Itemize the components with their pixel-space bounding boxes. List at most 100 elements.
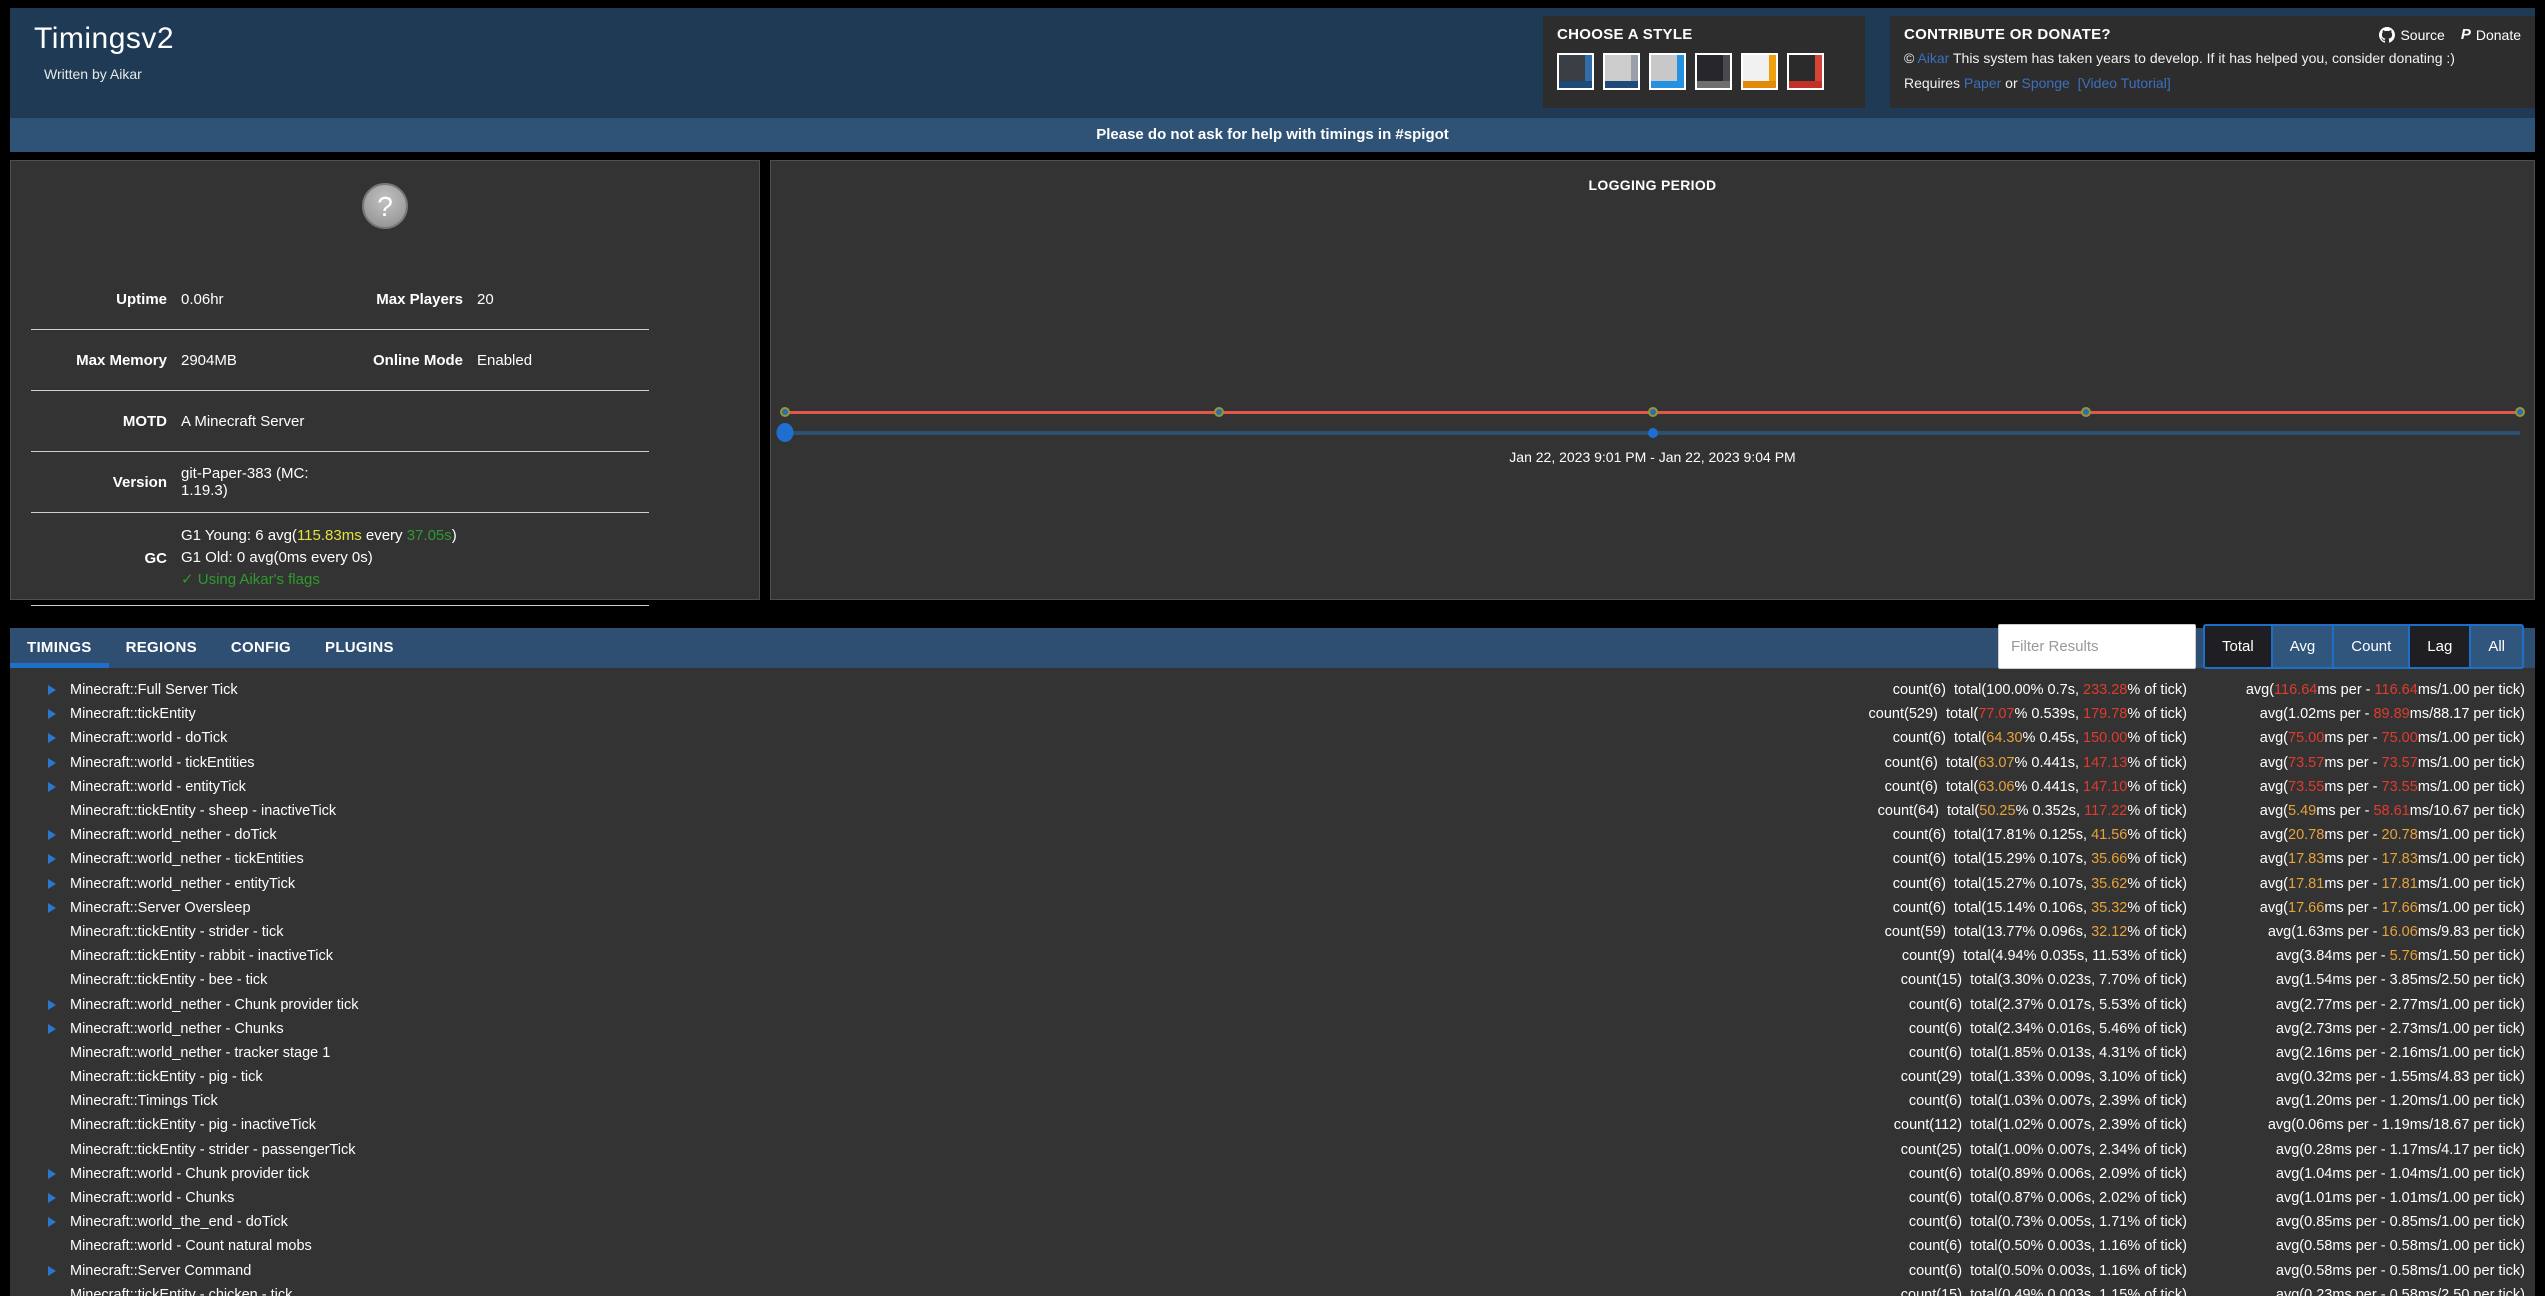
page-subtitle: Written by Aikar: [44, 66, 1543, 82]
swatch-bar: [1697, 81, 1730, 88]
help-icon[interactable]: ?: [362, 183, 408, 229]
style-swatch-dark-red[interactable]: [1787, 53, 1824, 90]
timing-row[interactable]: Minecraft::tickEntity - pig - tick count…: [10, 1065, 2535, 1089]
timing-row[interactable]: Minecraft::tickEntity - strider - tick c…: [10, 920, 2535, 944]
timing-row[interactable]: Minecraft::Full Server Tick count(6) tot…: [10, 678, 2535, 702]
expand-arrow-icon: [48, 782, 56, 792]
info-label-2: Online Mode: [359, 352, 477, 369]
server-info-panel: ? Uptime 0.06hr Max Players 20 Max Memor…: [10, 160, 760, 600]
expand-arrow-icon: [48, 1193, 56, 1203]
timing-row[interactable]: Minecraft::Server Command count(6) total…: [10, 1259, 2535, 1283]
timing-count-total: count(6) total(0.89% 0.006s, 2.09% of ti…: [1909, 1166, 2187, 1182]
info-value: 2904MB: [181, 352, 359, 369]
timing-row[interactable]: Minecraft::tickEntity - bee - tick count…: [10, 968, 2535, 992]
style-swatch-black-gray[interactable]: [1695, 53, 1732, 90]
timing-row[interactable]: Minecraft::world_nether - Chunk provider…: [10, 992, 2535, 1016]
expand-arrow-icon: [48, 1169, 56, 1179]
timing-row[interactable]: Minecraft::world_nether - entityTick cou…: [10, 872, 2535, 896]
title-block: Timingsv2 Written by Aikar: [10, 8, 1543, 82]
table-controls: TotalAvgCountLagAll: [1998, 624, 2524, 669]
timing-count-total: count(529) total(77.07% 0.539s, 179.78% …: [1869, 706, 2187, 722]
timing-count-total: count(112) total(1.02% 0.007s, 2.39% of …: [1894, 1117, 2187, 1133]
tab-timings[interactable]: TIMINGS: [10, 628, 109, 668]
timing-row[interactable]: Minecraft::world_nether - Chunks count(6…: [10, 1017, 2535, 1041]
timing-count-total: count(15) total(0.49% 0.003s, 1.15% of t…: [1901, 1287, 2187, 1296]
timing-row[interactable]: Minecraft::world - entityTick count(6) t…: [10, 775, 2535, 799]
timing-count-total: count(6) total(0.73% 0.005s, 1.71% of ti…: [1909, 1214, 2187, 1230]
view-button-avg[interactable]: Avg: [2271, 624, 2335, 669]
timing-row[interactable]: Minecraft::world_the_end - doTick count(…: [10, 1210, 2535, 1234]
timing-name: Minecraft::world - tickEntities: [70, 755, 1885, 771]
timing-row[interactable]: Minecraft::tickEntity - sheep - inactive…: [10, 799, 2535, 823]
timing-avg: avg(1.04ms per - 1.04ms/1.00 per tick): [2187, 1166, 2525, 1182]
sponge-link[interactable]: Sponge: [2022, 75, 2070, 91]
info-value-2: 20: [477, 291, 649, 308]
timing-row[interactable]: Minecraft::tickEntity count(529) total(7…: [10, 702, 2535, 726]
contribute-title: CONTRIBUTE OR DONATE?: [1904, 26, 2111, 43]
timing-row[interactable]: Minecraft::tickEntity - pig - inactiveTi…: [10, 1113, 2535, 1137]
tab-config[interactable]: CONFIG: [214, 628, 308, 668]
timing-avg: avg(1.54ms per - 3.85ms/2.50 per tick): [2187, 972, 2525, 988]
timing-name: Minecraft::tickEntity - strider - passen…: [70, 1142, 1901, 1158]
aikar-link[interactable]: Aikar: [1917, 50, 1949, 66]
timing-row[interactable]: Minecraft::world_nether - tickEntities c…: [10, 847, 2535, 871]
view-button-all[interactable]: All: [2469, 624, 2524, 669]
tab-regions[interactable]: REGIONS: [109, 628, 214, 668]
timing-name: Minecraft::world_nether - tickEntities: [70, 851, 1893, 867]
timing-count-total: count(25) total(1.00% 0.007s, 2.34% of t…: [1901, 1142, 2187, 1158]
timing-row[interactable]: Minecraft::world - Count natural mobs co…: [10, 1234, 2535, 1258]
lag-timeline-line: [785, 431, 2520, 435]
timing-row[interactable]: Minecraft::world - doTick count(6) total…: [10, 726, 2535, 750]
view-button-total[interactable]: Total: [2203, 624, 2273, 669]
donate-link[interactable]: P Donate: [2461, 26, 2521, 43]
timing-row[interactable]: Minecraft::world - tickEntities count(6)…: [10, 751, 2535, 775]
timing-avg: avg(0.85ms per - 0.85ms/1.00 per tick): [2187, 1214, 2525, 1230]
expand-arrow-icon: [48, 903, 56, 913]
timing-count-total: count(6) total(15.27% 0.107s, 35.62% of …: [1893, 876, 2187, 892]
timeline: [785, 411, 2520, 435]
timing-row[interactable]: Minecraft::Server Oversleep count(6) tot…: [10, 896, 2535, 920]
timing-row[interactable]: Minecraft::tickEntity - chicken - tick c…: [10, 1283, 2535, 1296]
source-link[interactable]: Source: [2379, 27, 2444, 43]
view-button-count[interactable]: Count: [2332, 624, 2410, 669]
paper-link[interactable]: Paper: [1964, 75, 2001, 91]
timing-count-total: count(6) total(0.50% 0.003s, 1.16% of ti…: [1909, 1263, 2187, 1279]
swatch-edge: [1677, 55, 1684, 81]
info-value: git-Paper-383 (MC: 1.19.3): [181, 465, 356, 499]
timing-name: Minecraft::tickEntity - pig - tick: [70, 1069, 1901, 1085]
timing-row[interactable]: Minecraft::world_nether - doTick count(6…: [10, 823, 2535, 847]
timing-name: Minecraft::world - doTick: [70, 730, 1893, 746]
timing-avg: avg(73.57ms per - 73.57ms/1.00 per tick): [2187, 755, 2525, 771]
tab-plugins[interactable]: PLUGINS: [308, 628, 411, 668]
swatch-bar: [1743, 81, 1776, 88]
github-icon: [2379, 27, 2395, 43]
style-swatch-white-orange[interactable]: [1741, 53, 1778, 90]
timing-row[interactable]: Minecraft::Timings Tick count(6) total(1…: [10, 1089, 2535, 1113]
view-button-lag[interactable]: Lag: [2408, 624, 2471, 669]
timing-row[interactable]: Minecraft::world_nether - tracker stage …: [10, 1041, 2535, 1065]
timing-count-total: count(6) total(63.06% 0.441s, 147.10% of…: [1885, 779, 2187, 795]
timing-row[interactable]: Minecraft::tickEntity - rabbit - inactiv…: [10, 944, 2535, 968]
timing-avg: avg(0.58ms per - 0.58ms/1.00 per tick): [2187, 1263, 2525, 1279]
style-swatch-light-blue[interactable]: [1649, 53, 1686, 90]
timeline-handle[interactable]: [777, 423, 794, 442]
info-label: Uptime: [31, 291, 181, 308]
timing-row[interactable]: Minecraft::world - Chunks count(6) total…: [10, 1186, 2535, 1210]
tps-marker-dot: [2515, 407, 2525, 417]
timing-count-total: count(6) total(15.14% 0.106s, 35.32% of …: [1893, 900, 2187, 916]
timing-avg: avg(0.23ms per - 0.58ms/2.50 per tick): [2187, 1287, 2525, 1296]
timing-name: Minecraft::world - entityTick: [70, 779, 1885, 795]
style-swatch-dark-navy[interactable]: [1557, 53, 1594, 90]
video-tutorial-link[interactable]: [Video Tutorial]: [2078, 75, 2171, 91]
timing-count-total: count(6) total(0.87% 0.006s, 2.02% of ti…: [1909, 1190, 2187, 1206]
timing-count-total: count(6) total(1.03% 0.007s, 2.39% of ti…: [1909, 1093, 2187, 1109]
timing-row[interactable]: Minecraft::tickEntity - strider - passen…: [10, 1138, 2535, 1162]
info-row: Uptime 0.06hr Max Players 20: [31, 269, 649, 330]
tps-marker-dot: [1648, 407, 1658, 417]
filter-input[interactable]: [1998, 624, 2196, 669]
tps-timeline-line: [785, 411, 2520, 414]
timing-name: Minecraft::Full Server Tick: [70, 682, 1893, 698]
timing-avg: avg(1.63ms per - 16.06ms/9.83 per tick): [2187, 924, 2525, 940]
style-swatch-light-navy[interactable]: [1603, 53, 1640, 90]
timing-row[interactable]: Minecraft::world - Chunk provider tick c…: [10, 1162, 2535, 1186]
